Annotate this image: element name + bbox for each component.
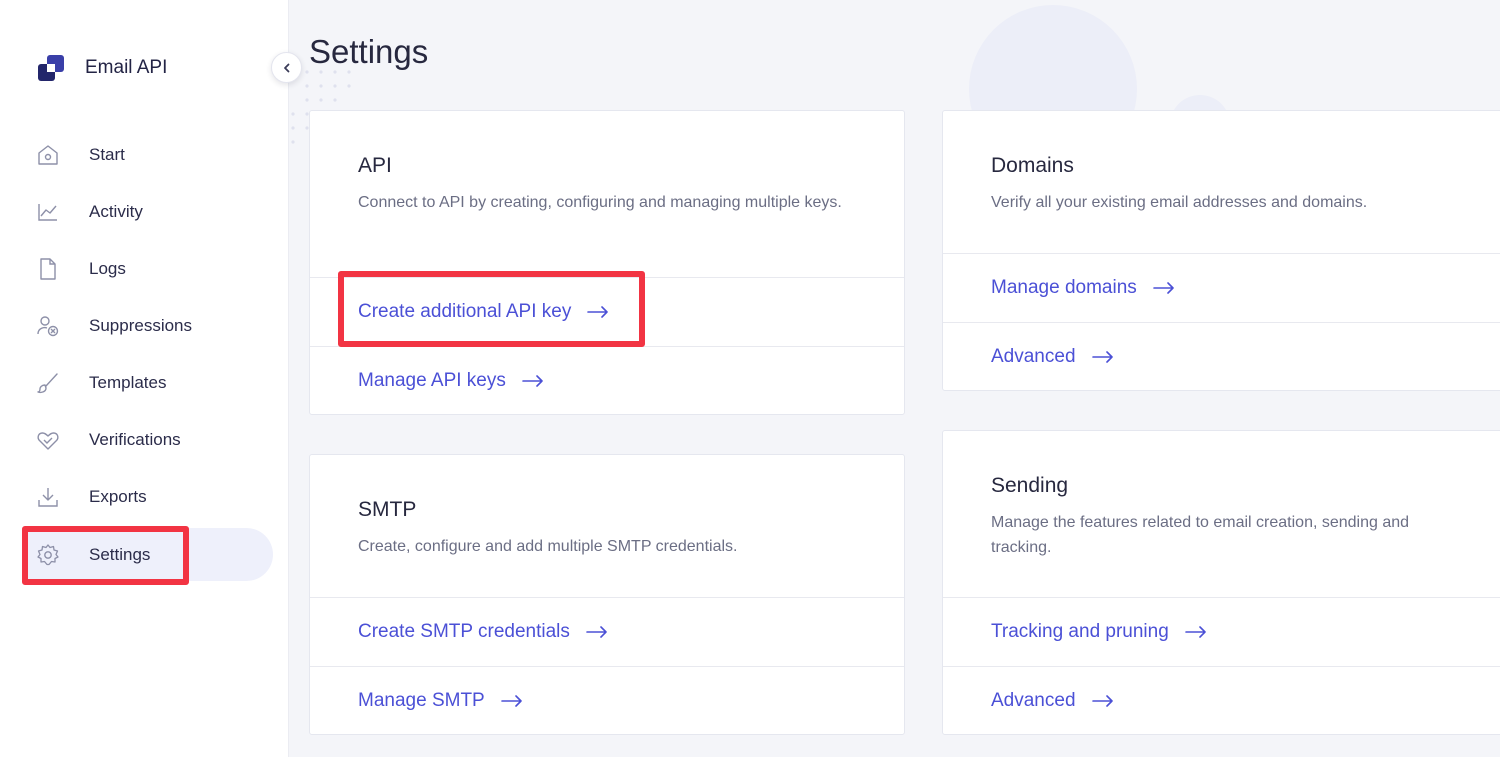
brand[interactable]: Email API [36, 53, 167, 83]
manage-domains-link[interactable]: Manage domains [943, 253, 1500, 322]
sidebar-item-label: Suppressions [89, 315, 193, 335]
link-label: Advanced [991, 346, 1076, 367]
sidebar-item-label: Templates [89, 372, 167, 392]
gear-icon [37, 543, 59, 565]
chevron-left-icon [283, 63, 289, 72]
card-description: Connect to API by creating, configuring … [358, 194, 842, 211]
sidebar-item-templates[interactable]: Templates [22, 356, 273, 409]
card-title: API [358, 154, 392, 177]
card-title: SMTP [358, 498, 417, 521]
link-label: Advanced [991, 690, 1076, 711]
manage-api-keys-link[interactable]: Manage API keys [310, 346, 904, 415]
domains-card: Domains Verify all your existing email a… [942, 110, 1500, 391]
sidebar-item-label: Activity [89, 201, 143, 221]
sidebar-item-suppressions[interactable]: Suppressions [22, 299, 273, 352]
domains-advanced-link[interactable]: Advanced [943, 322, 1500, 391]
api-card: API Connect to API by creating, configur… [309, 110, 905, 415]
arrow-right-icon [1152, 282, 1174, 294]
sidebar-item-label: Verifications [89, 429, 181, 449]
file-icon [40, 257, 56, 280]
link-label: Tracking and pruning [991, 621, 1169, 642]
create-smtp-credentials-link[interactable]: Create SMTP credentials [310, 597, 904, 666]
heart-check-icon [37, 431, 59, 450]
arrow-right-icon [1091, 695, 1113, 707]
sidebar-item-activity[interactable]: Activity [22, 185, 273, 238]
home-icon [38, 144, 58, 165]
logo-icon [38, 55, 64, 81]
arrow-right-icon [500, 695, 522, 707]
sidebar-item-settings[interactable]: Settings [22, 528, 273, 581]
sidebar-item-logs[interactable]: Logs [22, 242, 273, 295]
sidebar-item-label: Settings [89, 544, 151, 564]
card-title: Domains [991, 154, 1074, 177]
tracking-and-pruning-link[interactable]: Tracking and pruning [943, 597, 1500, 666]
sidebar-item-verifications[interactable]: Verifications [22, 413, 273, 466]
arrow-right-icon [1184, 626, 1206, 638]
collapse-sidebar-button[interactable] [271, 52, 302, 83]
sidebar-item-start[interactable]: Start [22, 128, 273, 181]
link-label: Manage SMTP [358, 690, 485, 711]
card-description: Create, configure and add multiple SMTP … [358, 538, 738, 555]
link-label: Create additional API key [358, 301, 572, 322]
card-description: Manage the features related to email cre… [991, 514, 1410, 556]
link-label: Create SMTP credentials [358, 621, 570, 642]
sidebar-item-label: Exports [89, 486, 147, 506]
sidebar-item-label: Start [89, 144, 125, 164]
card-title: Sending [991, 474, 1069, 497]
link-label: Manage API keys [358, 370, 506, 391]
manage-smtp-link[interactable]: Manage SMTP [310, 666, 904, 735]
smtp-card: SMTP Create, configure and add multiple … [309, 454, 905, 735]
sidebar-item-exports[interactable]: Exports [22, 470, 273, 523]
download-icon [38, 487, 58, 507]
sending-advanced-link[interactable]: Advanced [943, 666, 1500, 735]
chart-icon [38, 203, 57, 221]
page-title: Settings [309, 33, 429, 70]
brush-icon [37, 372, 58, 393]
arrow-right-icon [586, 626, 607, 638]
link-label: Manage domains [991, 277, 1137, 298]
app-name: Email API [85, 57, 168, 78]
arrow-right-icon [587, 306, 609, 318]
create-api-key-link[interactable]: Create additional API key [310, 277, 904, 346]
arrow-right-icon [1091, 351, 1113, 363]
card-description: Verify all your existing email addresses… [991, 194, 1368, 211]
arrow-right-icon [522, 375, 543, 387]
sending-card: Sending Manage the features related to e… [942, 430, 1500, 735]
user-block-icon [37, 315, 59, 336]
sidebar-item-label: Logs [89, 258, 126, 278]
